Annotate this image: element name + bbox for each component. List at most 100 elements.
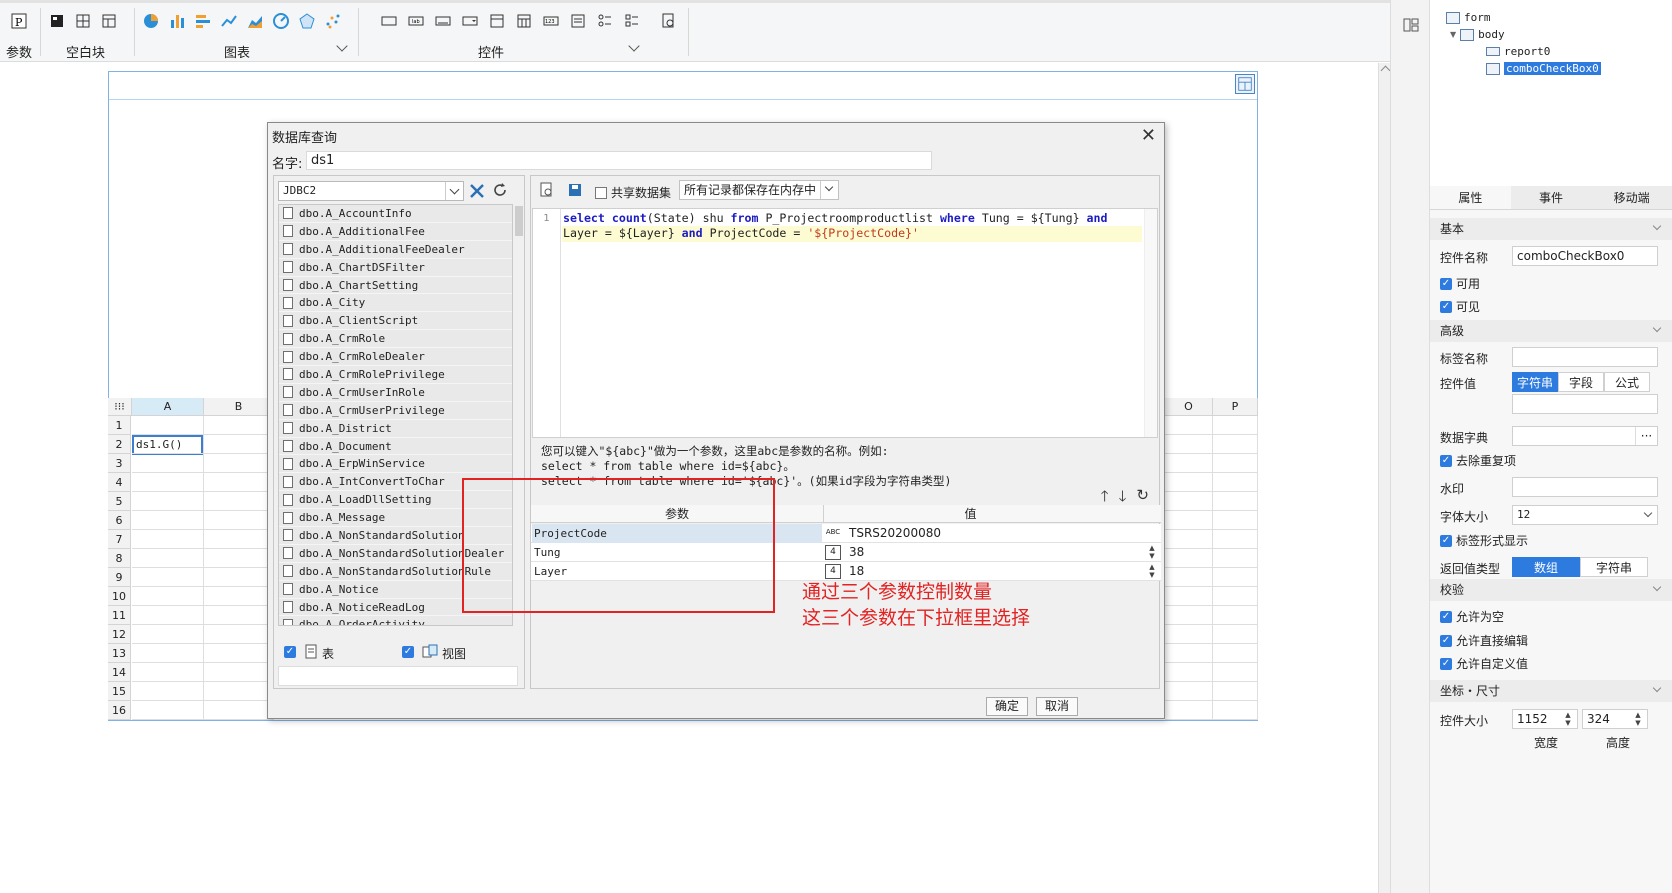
view-checkbox[interactable]: ✓: [402, 646, 414, 658]
ok-button[interactable]: 确定: [986, 697, 1028, 716]
cell-a2[interactable]: ds1.G(): [132, 435, 203, 455]
table-list-item[interactable]: dbo.A_ErpWinService: [279, 455, 512, 474]
list-hscrollbar[interactable]: [278, 627, 513, 635]
tab-events[interactable]: 事件: [1511, 186, 1592, 209]
save-query-icon[interactable]: [567, 182, 583, 198]
bar-chart-icon[interactable]: [168, 12, 186, 30]
close-icon[interactable]: ✕: [1141, 125, 1156, 146]
absolute-layout-icon[interactable]: [74, 12, 92, 30]
table-list-item[interactable]: dbo.A_OrderActivity: [279, 616, 512, 625]
pie-chart-icon[interactable]: [142, 12, 160, 30]
tree-node-body[interactable]: ▼ body: [1450, 28, 1505, 41]
table-list-item[interactable]: dbo.A_AdditionalFeeDealer: [279, 240, 512, 259]
tab-mobile[interactable]: 移动端: [1591, 186, 1672, 209]
watermark-input[interactable]: [1512, 477, 1658, 497]
control-expand-icon[interactable]: [628, 40, 640, 52]
table-list-item[interactable]: dbo.A_AdditionalFee: [279, 222, 512, 241]
scroll-thumb[interactable]: [515, 206, 523, 236]
col-header-b[interactable]: B: [204, 398, 274, 416]
control-value-input[interactable]: [1512, 394, 1658, 414]
tab-layout-icon[interactable]: [100, 12, 118, 30]
scatter-chart-icon[interactable]: [324, 12, 342, 30]
row-header[interactable]: 3: [108, 454, 131, 473]
text-control-icon[interactable]: lab: [407, 12, 425, 30]
row-header[interactable]: 8: [108, 549, 131, 568]
scroll-up-icon[interactable]: [1380, 65, 1391, 76]
table-list-item[interactable]: dbo.A_ClientScript: [279, 312, 512, 331]
table-list-item[interactable]: dbo.A_ChartSetting: [279, 276, 512, 295]
param-value[interactable]: 18: [847, 563, 1117, 580]
col-header-a[interactable]: A: [132, 398, 204, 416]
table-checkbox[interactable]: ✓: [284, 646, 296, 658]
return-type-array[interactable]: 数组: [1512, 557, 1580, 577]
dict-input[interactable]: ···: [1512, 426, 1658, 446]
chart-expand-icon[interactable]: [336, 40, 348, 52]
row-header[interactable]: 10: [108, 587, 131, 606]
row-header[interactable]: 7: [108, 530, 131, 549]
textarea-control-icon[interactable]: [569, 12, 587, 30]
table-list-item[interactable]: dbo.A_CrmRolePrivilege: [279, 366, 512, 384]
row-header[interactable]: 15: [108, 682, 131, 701]
tree-node-form[interactable]: form: [1446, 11, 1491, 24]
widget-tree-icon[interactable]: [1402, 16, 1420, 34]
sql-text[interactable]: select count(State) shu from P_Projectro…: [563, 211, 1143, 241]
allow-edit-checkbox[interactable]: ✓ 允许直接编辑: [1440, 632, 1528, 649]
row-header[interactable]: 9: [108, 568, 131, 587]
date-control-icon[interactable]: [488, 12, 506, 30]
table-list-item[interactable]: dbo.A_AccountInfo: [279, 205, 512, 223]
table-list-item[interactable]: dbo.A_CrmUserPrivilege: [279, 401, 512, 420]
row-header[interactable]: 1: [108, 416, 131, 435]
height-input[interactable]: 324 ▲ ▼: [1582, 709, 1648, 729]
col-header-p[interactable]: P: [1213, 398, 1258, 416]
collapse-icon[interactable]: ▼: [1450, 30, 1456, 39]
spinner-icon[interactable]: ▲ ▼: [1147, 563, 1157, 579]
param-value[interactable]: 38: [847, 544, 1117, 561]
share-dataset-checkbox[interactable]: 共享数据集: [595, 184, 671, 201]
tab-properties[interactable]: 属性: [1430, 186, 1511, 209]
section-check[interactable]: 校验: [1430, 579, 1672, 601]
tag-display-checkbox[interactable]: ✓ 标签形式显示: [1440, 532, 1528, 549]
connection-select[interactable]: JDBC2: [278, 181, 464, 201]
cancel-button[interactable]: 取消: [1036, 697, 1078, 716]
row-header[interactable]: 11: [108, 606, 131, 625]
memory-mode-select[interactable]: 所有记录都保存在内存中: [679, 180, 839, 200]
table-list-item[interactable]: dbo.A_Document: [279, 437, 512, 456]
line-chart-icon[interactable]: [220, 12, 238, 30]
section-coord[interactable]: 坐标・尺寸: [1430, 680, 1672, 702]
dict-button[interactable]: ···: [1635, 427, 1657, 445]
query-control-icon[interactable]: [660, 12, 678, 30]
col-header-o[interactable]: O: [1165, 398, 1213, 416]
table-list-item[interactable]: dbo.A_CrmRole: [279, 330, 512, 349]
tree-node-combo[interactable]: comboCheckBox0: [1486, 62, 1601, 75]
table-list-item[interactable]: dbo.A_ChartDSFilter: [279, 258, 512, 277]
name-input[interactable]: comboCheckBox0: [1512, 246, 1658, 266]
param-group[interactable]: P 参数: [6, 8, 34, 61]
visible-checkbox[interactable]: ✓ 可见: [1440, 298, 1480, 315]
tag-name-input[interactable]: [1512, 347, 1658, 367]
width-input[interactable]: 1152 ▲ ▼: [1512, 709, 1578, 729]
tree-node-report[interactable]: report0: [1486, 45, 1550, 58]
section-basic[interactable]: 基本: [1430, 218, 1672, 240]
allow-custom-checkbox[interactable]: ✓ 允许自定义值: [1440, 655, 1528, 672]
sql-editor[interactable]: 1 select count(State) shu from P_Project…: [532, 208, 1158, 438]
textbox-control-icon[interactable]: [434, 12, 452, 30]
gauge-chart-icon[interactable]: [272, 12, 290, 30]
table-list-item[interactable]: dbo.A_CrmRoleDealer: [279, 348, 512, 367]
enabled-checkbox[interactable]: ✓ 可用: [1440, 275, 1480, 292]
row-header[interactable]: 2: [108, 435, 131, 454]
height-spinner-icon[interactable]: ▲ ▼: [1633, 711, 1643, 727]
number-control-icon[interactable]: 123: [542, 12, 560, 30]
radar-chart-icon[interactable]: [298, 12, 316, 30]
table-filter-input[interactable]: [278, 666, 518, 686]
horizontal-bar-icon[interactable]: [194, 12, 212, 30]
refresh-icon[interactable]: [492, 182, 508, 198]
value-type-string[interactable]: 字符串: [1512, 372, 1558, 392]
row-header[interactable]: 4: [108, 473, 131, 492]
value-type-formula[interactable]: 公式: [1604, 372, 1650, 392]
row-header[interactable]: 13: [108, 644, 131, 663]
checkbox-group-icon[interactable]: [623, 12, 641, 30]
width-spinner-icon[interactable]: ▲ ▼: [1563, 711, 1573, 727]
table-list-item[interactable]: dbo.A_City: [279, 294, 512, 313]
row-header[interactable]: 16: [108, 701, 131, 720]
preview-icon[interactable]: [539, 182, 555, 198]
